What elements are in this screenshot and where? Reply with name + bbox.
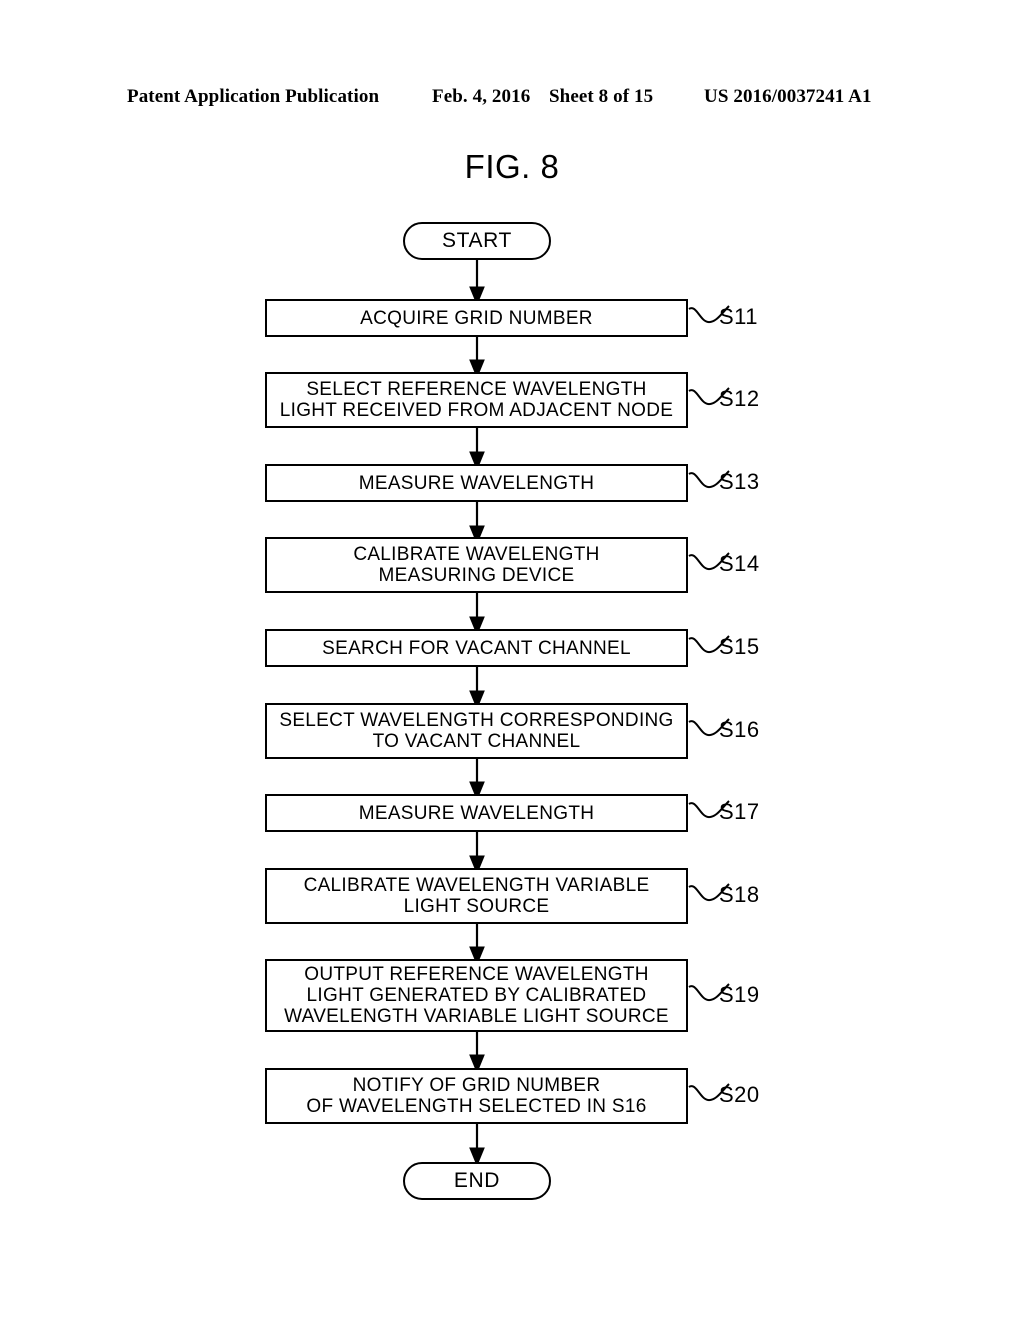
flow-node-s11-text: ACQUIRE GRID NUMBER bbox=[360, 307, 593, 329]
flow-node-s12[interactable]: SELECT REFERENCE WAVELENGTH LIGHT RECEIV… bbox=[265, 372, 688, 428]
step-label-s18: S18 bbox=[719, 882, 760, 907]
flow-node-s12-text: SELECT REFERENCE WAVELENGTH LIGHT RECEIV… bbox=[279, 379, 674, 421]
flow-node-end-label: END bbox=[453, 1169, 501, 1192]
flow-node-s13[interactable]: MEASURE WAVELENGTH bbox=[265, 464, 688, 502]
flow-node-s19[interactable]: OUTPUT REFERENCE WAVELENGTH LIGHT GENERA… bbox=[265, 959, 688, 1032]
flow-node-s11[interactable]: ACQUIRE GRID NUMBER bbox=[265, 299, 688, 337]
flow-node-s19-text: OUTPUT REFERENCE WAVELENGTH LIGHT GENERA… bbox=[284, 964, 669, 1027]
step-label-s12: S12 bbox=[719, 386, 760, 411]
step-label-s11: S11 bbox=[719, 304, 759, 329]
flow-node-start[interactable]: START bbox=[403, 222, 551, 260]
flow-node-s15-text: SEARCH FOR VACANT CHANNEL bbox=[322, 637, 631, 659]
flow-node-start-label: START bbox=[442, 229, 512, 252]
flowchart-diagram: START ACQUIRE GRID NUMBER S11 SELECT REF… bbox=[0, 0, 1024, 1320]
step-label-s19: S19 bbox=[719, 982, 760, 1007]
flow-node-end[interactable]: END bbox=[403, 1162, 551, 1200]
flow-node-s14[interactable]: CALIBRATE WAVELENGTH MEASURING DEVICE bbox=[265, 537, 688, 593]
step-label-s15: S15 bbox=[719, 634, 760, 659]
step-label-s14: S14 bbox=[719, 551, 760, 576]
step-label-s17: S17 bbox=[719, 799, 760, 824]
flow-node-s14-text: CALIBRATE WAVELENGTH MEASURING DEVICE bbox=[353, 544, 600, 586]
flow-node-s16-text: SELECT WAVELENGTH CORRESPONDING TO VACAN… bbox=[279, 710, 674, 752]
flow-node-s15[interactable]: SEARCH FOR VACANT CHANNEL bbox=[265, 629, 688, 667]
flow-node-s18-text: CALIBRATE WAVELENGTH VARIABLE LIGHT SOUR… bbox=[303, 875, 650, 917]
flow-node-s20-text: NOTIFY OF GRID NUMBER OF WAVELENGTH SELE… bbox=[306, 1075, 647, 1117]
flow-node-s17[interactable]: MEASURE WAVELENGTH bbox=[265, 794, 688, 832]
flow-node-s13-text: MEASURE WAVELENGTH bbox=[358, 472, 595, 494]
flow-node-s17-text: MEASURE WAVELENGTH bbox=[358, 802, 595, 824]
flow-node-s18[interactable]: CALIBRATE WAVELENGTH VARIABLE LIGHT SOUR… bbox=[265, 868, 688, 924]
step-label-s16: S16 bbox=[719, 717, 760, 742]
flow-node-s20[interactable]: NOTIFY OF GRID NUMBER OF WAVELENGTH SELE… bbox=[265, 1068, 688, 1124]
step-label-s13: S13 bbox=[719, 469, 760, 494]
step-label-s20: S20 bbox=[719, 1082, 760, 1107]
flow-node-s16[interactable]: SELECT WAVELENGTH CORRESPONDING TO VACAN… bbox=[265, 703, 688, 759]
